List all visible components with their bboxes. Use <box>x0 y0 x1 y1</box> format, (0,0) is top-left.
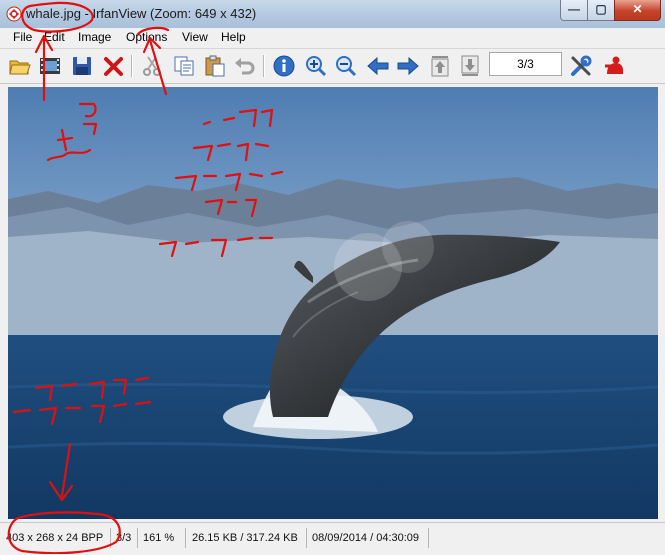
settings-icon[interactable] <box>569 54 593 78</box>
open-folder-icon[interactable] <box>8 54 32 78</box>
zoom-in-icon[interactable] <box>304 54 328 78</box>
menu-help[interactable]: Help <box>221 30 246 44</box>
menu-file[interactable]: File <box>13 30 32 44</box>
status-dimensions: 403 x 268 x 24 BPP <box>6 532 104 544</box>
whale-photo <box>8 87 658 519</box>
toolbar <box>0 49 665 84</box>
status-index: 3/3 <box>116 532 132 544</box>
maximize-button[interactable]: ▢ <box>587 0 615 21</box>
menu-bar: File Edit Image Options View Help <box>0 28 665 49</box>
status-filesize: 26.15 KB / 317.24 KB <box>192 532 298 544</box>
menu-edit[interactable]: Edit <box>44 30 65 44</box>
cut-icon[interactable] <box>140 54 164 78</box>
zoom-out-icon[interactable] <box>334 54 358 78</box>
copy-icon[interactable] <box>172 54 196 78</box>
minimize-button[interactable]: — <box>560 0 588 21</box>
status-datetime: 08/09/2014 / 04:30:09 <box>312 532 420 544</box>
maximize-icon: ▢ <box>595 2 607 16</box>
status-separator <box>306 528 307 548</box>
paste-icon[interactable] <box>203 54 227 78</box>
page-number-field[interactable]: 3/3 <box>489 52 562 76</box>
close-icon: ✕ <box>632 2 643 16</box>
window-title: whale.jpg - IrfanView (Zoom: 649 x 432) <box>26 6 257 21</box>
menu-options[interactable]: Options <box>126 30 167 44</box>
undo-icon[interactable] <box>233 54 257 78</box>
status-separator <box>185 528 186 548</box>
last-page-icon[interactable] <box>458 54 482 78</box>
first-page-icon[interactable] <box>428 54 452 78</box>
previous-icon[interactable] <box>366 54 390 78</box>
menu-image[interactable]: Image <box>78 30 111 44</box>
minimize-icon: — <box>568 2 580 16</box>
info-icon[interactable] <box>272 54 296 78</box>
close-button[interactable]: ✕ <box>614 0 661 21</box>
status-separator <box>110 528 111 548</box>
status-bar: 403 x 268 x 24 BPP 3/3 161 % 26.15 KB / … <box>0 522 665 555</box>
status-separator <box>137 528 138 548</box>
title-bar[interactable]: whale.jpg - IrfanView (Zoom: 649 x 432) … <box>0 0 665 28</box>
toolbar-separator <box>263 55 265 77</box>
exit-icon[interactable] <box>602 54 626 78</box>
menu-view[interactable]: View <box>182 30 208 44</box>
slideshow-icon[interactable] <box>38 54 62 78</box>
irfanview-window: whale.jpg - IrfanView (Zoom: 649 x 432) … <box>0 0 665 555</box>
save-icon[interactable] <box>70 54 94 78</box>
delete-icon[interactable] <box>102 54 126 78</box>
status-separator <box>428 528 429 548</box>
next-icon[interactable] <box>396 54 420 78</box>
status-zoom: 161 % <box>143 532 175 544</box>
image-viewport[interactable] <box>8 87 658 519</box>
irfanview-app-icon[interactable] <box>6 6 22 22</box>
toolbar-separator <box>131 55 133 77</box>
